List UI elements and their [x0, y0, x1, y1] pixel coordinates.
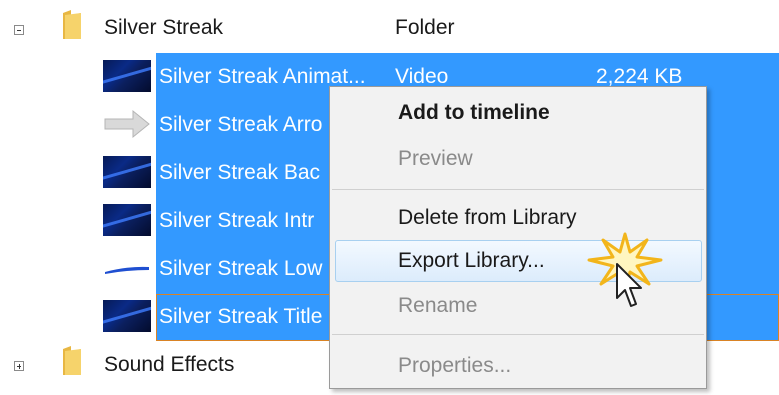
- list-item-name[interactable]: Silver Streak Intr: [159, 209, 314, 233]
- video-thumbnail: [103, 156, 151, 188]
- folder-name[interactable]: Sound Effects: [104, 353, 234, 377]
- menu-item-rename: Rename: [398, 294, 478, 317]
- menu-separator: [332, 334, 704, 335]
- folder-type: Folder: [395, 16, 455, 39]
- menu-item-preview: Preview: [398, 147, 473, 170]
- arrow-cursor-icon: [616, 263, 642, 307]
- expand-toggle-icon[interactable]: [14, 361, 24, 371]
- menu-item-delete-from-library[interactable]: Delete from Library: [398, 205, 577, 231]
- video-thumbnail: [103, 204, 151, 236]
- arrow-thumbnail-icon: [104, 109, 150, 139]
- menu-item-properties: Properties...: [398, 354, 512, 377]
- menu-separator: [332, 189, 704, 190]
- menu-item-add-to-timeline[interactable]: Add to timeline: [398, 100, 550, 126]
- list-item-name[interactable]: Silver Streak Low: [159, 257, 322, 281]
- folder-icon: [63, 10, 81, 39]
- video-thumbnail: [103, 60, 151, 92]
- list-item-name[interactable]: Silver Streak Bac: [159, 161, 320, 185]
- list-item-name[interactable]: Silver Streak Arro: [159, 113, 322, 137]
- video-thumbnail: [103, 300, 151, 332]
- list-item-name[interactable]: Silver Streak Title: [159, 305, 322, 329]
- menu-item-export-library[interactable]: Export Library...: [398, 248, 545, 274]
- lower-third-thumbnail-icon: [105, 266, 149, 274]
- folder-name[interactable]: Silver Streak: [104, 16, 223, 40]
- folder-icon: [63, 346, 81, 375]
- collapse-toggle-icon[interactable]: [14, 25, 24, 35]
